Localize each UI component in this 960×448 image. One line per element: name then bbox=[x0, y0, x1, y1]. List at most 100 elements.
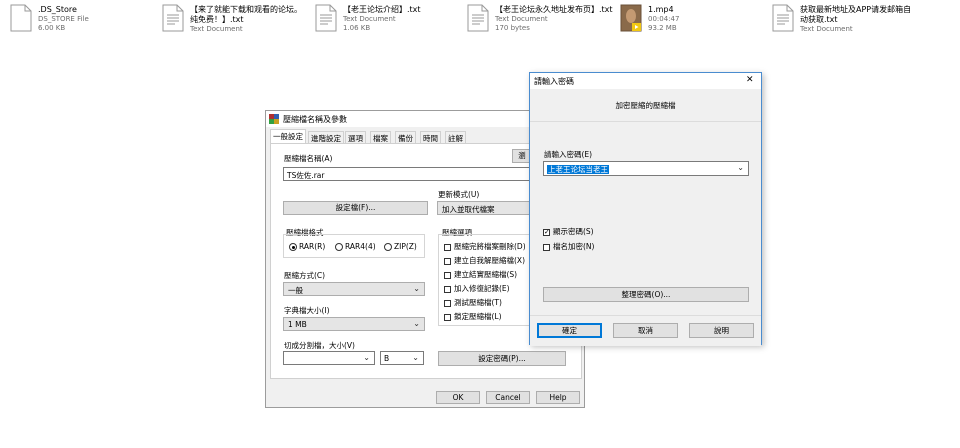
option-lock[interactable]: 鎖定壓縮檔(L) bbox=[444, 311, 502, 322]
password-cancel-button[interactable]: 取消 bbox=[613, 323, 678, 338]
file-name-cont: 动获取.txt bbox=[800, 15, 838, 24]
profiles-button[interactable]: 設定檔(F)... bbox=[283, 201, 428, 215]
video-thumbnail-icon bbox=[620, 4, 642, 32]
format-rar-label: RAR(R) bbox=[299, 242, 326, 251]
format-zip-label: ZIP(Z) bbox=[394, 242, 417, 251]
password-dialog-titlebar[interactable]: 請輸入密碼 ✕ bbox=[530, 73, 761, 89]
blank-file-icon bbox=[10, 4, 32, 32]
organize-passwords-button[interactable]: 整理密碼(O)... bbox=[543, 287, 749, 302]
tab-general[interactable]: 一般設定 bbox=[270, 129, 306, 143]
split-unit-select[interactable]: B ⌄ bbox=[380, 351, 424, 365]
dict-size-select[interactable]: 1 MB ⌄ bbox=[283, 317, 425, 331]
password-value: 上老王论坛当老王 bbox=[547, 165, 609, 174]
option-solid[interactable]: 建立結實壓縮檔(S) bbox=[444, 269, 517, 280]
option-label: 建立結實壓縮檔(S) bbox=[454, 270, 518, 279]
tab-time[interactable]: 時間 bbox=[420, 131, 441, 143]
tab-backup[interactable]: 備份 bbox=[395, 131, 416, 143]
format-rar4-radio[interactable]: RAR4(4) bbox=[335, 242, 376, 251]
file-type: Text Document bbox=[495, 15, 548, 23]
file-name-cont: 纯免费！】.txt bbox=[190, 15, 244, 24]
format-rar-radio[interactable]: RAR(R) bbox=[289, 242, 325, 251]
update-mode-value: 加入並取代檔案 bbox=[442, 205, 495, 214]
tab-files[interactable]: 檔案 bbox=[370, 131, 391, 143]
checkbox-unchecked bbox=[444, 257, 451, 265]
checkbox-unchecked bbox=[444, 313, 451, 321]
dict-size-value: 1 MB bbox=[288, 320, 307, 329]
option-label: 壓縮完將檔案刪除(D) bbox=[454, 242, 526, 251]
option-label: 建立自我解壓縮檔(X) bbox=[454, 256, 525, 265]
option-recovery[interactable]: 加入修復記錄(E) bbox=[444, 283, 510, 294]
option-delete-after[interactable]: 壓縮完將檔案刪除(D) bbox=[444, 241, 526, 252]
method-value: 一般 bbox=[288, 286, 303, 295]
checkbox-unchecked bbox=[444, 285, 451, 293]
password-input[interactable]: 上老王论坛当老王 ⌄ bbox=[543, 161, 749, 176]
tab-comment[interactable]: 註解 bbox=[445, 131, 466, 143]
radio-unselected bbox=[335, 243, 343, 251]
chevron-down-icon: ⌄ bbox=[363, 353, 370, 362]
checkbox-unchecked bbox=[444, 299, 451, 307]
option-label: 測試壓縮檔(T) bbox=[454, 298, 502, 307]
checkbox-unchecked bbox=[444, 271, 451, 279]
file-type: Text Document bbox=[343, 15, 396, 23]
enter-password-label: 請輸入密碼(E) bbox=[544, 150, 593, 159]
split-size-input[interactable]: ⌄ bbox=[283, 351, 375, 365]
close-icon[interactable]: ✕ bbox=[746, 75, 754, 85]
method-select[interactable]: 一般 ⌄ bbox=[283, 282, 425, 296]
checkbox-unchecked bbox=[444, 243, 451, 251]
archive-cancel-button[interactable]: Cancel bbox=[486, 391, 530, 404]
dict-size-label: 字典檔大小(I) bbox=[284, 306, 330, 315]
tab-options[interactable]: 選項 bbox=[345, 131, 366, 143]
text-file-icon bbox=[315, 4, 337, 32]
password-ok-button[interactable]: 確定 bbox=[537, 323, 602, 338]
file-item-txt-1[interactable]: 【来了就能下载和观看的论坛。 纯免费！】.txt Text Document bbox=[162, 4, 312, 40]
file-item-txt-2[interactable]: 【老王论坛介绍】.txt Text Document 1.06 KB bbox=[315, 4, 455, 40]
file-item-ds-store[interactable]: .DS_Store DS_STORE File 6.00 KB bbox=[10, 4, 130, 40]
encrypt-names-label: 檔名加密(N) bbox=[553, 242, 595, 251]
file-duration: 00:04:47 bbox=[648, 15, 680, 23]
chevron-down-icon: ⌄ bbox=[737, 163, 744, 172]
file-item-mp4[interactable]: 1.mp4 00:04:47 93.2 MB bbox=[620, 4, 740, 40]
option-test[interactable]: 測試壓縮檔(T) bbox=[444, 297, 502, 308]
password-separator bbox=[530, 121, 761, 122]
tab-advanced[interactable]: 進階設定 bbox=[308, 131, 344, 143]
checkbox-checked: ✓ bbox=[543, 227, 550, 236]
update-mode-label: 更新模式(U) bbox=[438, 190, 480, 199]
file-item-txt-4[interactable]: 获取最新地址及APP请发邮箱自 动获取.txt Text Document bbox=[772, 4, 932, 40]
file-name: .DS_Store bbox=[38, 5, 77, 14]
file-type: DS_STORE File bbox=[38, 15, 89, 23]
archive-ok-button[interactable]: OK bbox=[436, 391, 480, 404]
text-file-icon bbox=[467, 4, 489, 32]
chevron-down-icon: ⌄ bbox=[413, 284, 420, 293]
checkbox-unchecked bbox=[543, 243, 550, 251]
file-name: 1.mp4 bbox=[648, 5, 674, 14]
file-type: Text Document bbox=[190, 25, 243, 33]
file-size: 1.06 KB bbox=[343, 24, 371, 32]
file-size: 93.2 MB bbox=[648, 24, 677, 32]
archive-name-value: TS佐佐.rar bbox=[287, 171, 325, 180]
file-name: 【来了就能下载和观看的论坛。 bbox=[190, 5, 302, 14]
radio-unselected bbox=[384, 243, 392, 251]
password-dialog-title: 請輸入密碼 bbox=[534, 77, 574, 86]
winrar-icon bbox=[269, 114, 279, 124]
format-zip-radio[interactable]: ZIP(Z) bbox=[384, 242, 417, 251]
update-mode-select[interactable]: 加入並取代檔案 bbox=[437, 201, 533, 215]
option-label: 加入修復記錄(E) bbox=[454, 284, 510, 293]
show-password-label: 顯示密碼(S) bbox=[553, 227, 594, 236]
archive-help-button[interactable]: Help bbox=[536, 391, 580, 404]
set-password-button[interactable]: 設定密碼(P)... bbox=[438, 351, 566, 366]
radio-selected bbox=[289, 243, 297, 251]
archive-name-input[interactable]: TS佐佐.rar bbox=[283, 167, 531, 181]
chevron-down-icon: ⌄ bbox=[412, 353, 419, 362]
option-sfx[interactable]: 建立自我解壓縮檔(X) bbox=[444, 255, 525, 266]
file-name: 【老王论坛介绍】.txt bbox=[343, 5, 421, 14]
split-label: 切成分割檔，大小(V) bbox=[284, 341, 355, 350]
text-file-icon bbox=[162, 4, 184, 32]
file-item-txt-3[interactable]: 【老王论坛永久地址发布页】.txt Text Document 170 byte… bbox=[467, 4, 617, 40]
show-password-checkbox[interactable]: ✓ 顯示密碼(S) bbox=[543, 226, 594, 237]
password-heading: 加密壓縮的壓縮檔 bbox=[615, 101, 676, 110]
archive-dialog-title: 壓縮檔名稱及參數 bbox=[283, 115, 347, 124]
password-help-button[interactable]: 說明 bbox=[689, 323, 754, 338]
encrypt-names-checkbox[interactable]: 檔名加密(N) bbox=[543, 241, 594, 252]
file-name: 【老王论坛永久地址发布页】.txt bbox=[495, 5, 613, 14]
split-unit-value: B bbox=[384, 354, 390, 363]
